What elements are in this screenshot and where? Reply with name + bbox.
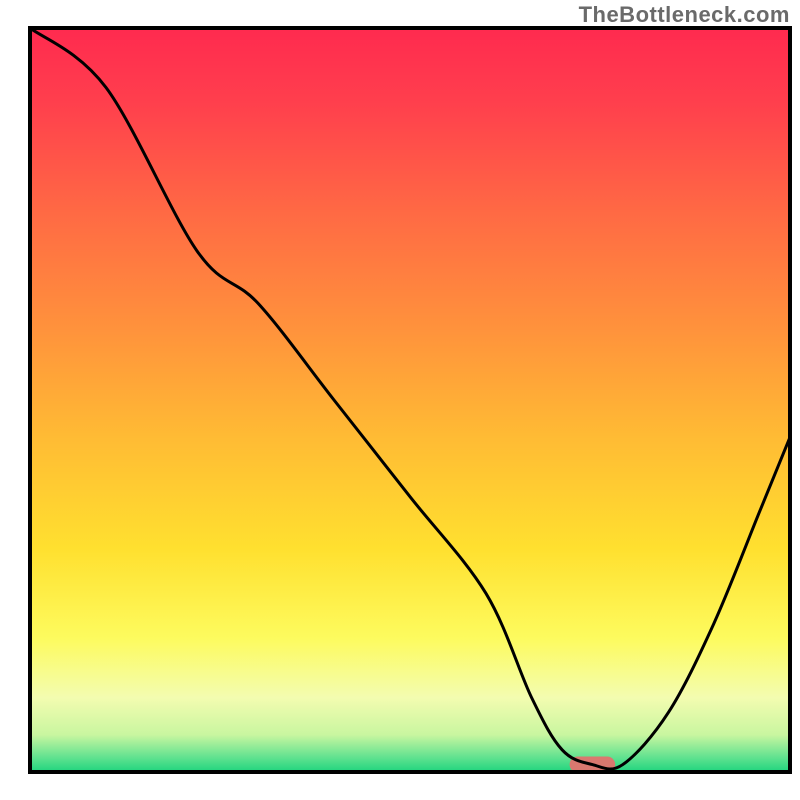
- gradient-background: [30, 28, 790, 772]
- chart-container: TheBottleneck.com: [0, 0, 800, 800]
- bottleneck-chart: [0, 0, 800, 800]
- watermark-text: TheBottleneck.com: [579, 2, 790, 28]
